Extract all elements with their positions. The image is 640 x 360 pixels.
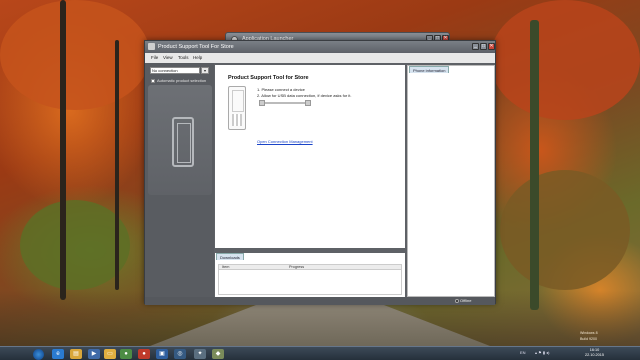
media-icon[interactable]: ▶ (88, 349, 100, 359)
tree-trunk (530, 20, 539, 310)
usb-cable-illustration (259, 99, 311, 107)
browser-icon[interactable]: ◎ (174, 349, 186, 359)
desktop-watermark: Windows 8 (580, 331, 598, 335)
checkbox[interactable] (151, 78, 155, 83)
sidebar: No connection ▾ Automatic product select… (145, 63, 214, 305)
tab-downloads[interactable]: Downloads (216, 253, 244, 260)
downloads-panel: Downloads Item Progress (215, 253, 405, 297)
phone-illustration (228, 86, 246, 130)
forest-path (150, 300, 490, 346)
connection-status[interactable]: Offline (455, 298, 472, 303)
column-progress[interactable]: Progress (289, 265, 304, 269)
tree-trunk (60, 0, 66, 300)
close-button[interactable]: ✕ (488, 43, 495, 50)
foliage-green (20, 200, 130, 290)
app-icon (148, 43, 155, 50)
tool-icon[interactable]: ✦ (194, 349, 206, 359)
phone-information-panel: Phone information (407, 65, 495, 297)
system-clock[interactable]: 16:10 22.10.2015 (585, 348, 604, 358)
menu-help[interactable]: Help (193, 55, 202, 60)
product-support-window: Product Support Tool For Store _ □ ✕ Fil… (144, 40, 496, 305)
tab-phone-information[interactable]: Phone information (409, 66, 450, 73)
instruction-step-2: 2. Allow for USB data connection, if dev… (257, 93, 352, 98)
status-bar: Offline (145, 297, 495, 305)
clock-date: 22.10.2015 (585, 353, 605, 357)
content-title: Product Support Tool for Store (228, 75, 309, 81)
status-icon (455, 298, 459, 303)
usb-plug-icon (305, 100, 311, 106)
menu-file[interactable]: File (151, 55, 158, 60)
menu-view[interactable]: View (163, 55, 173, 60)
column-item[interactable]: Item (222, 265, 229, 269)
downloads-table-body (218, 270, 402, 295)
ie-icon[interactable]: e (52, 349, 64, 359)
auto-select-option[interactable]: Automatic product selection (151, 78, 206, 83)
device-panel (148, 85, 212, 195)
desktop-watermark: Build 9200 (580, 337, 597, 341)
foliage-lower-right (500, 170, 630, 290)
main-content: Product Support Tool for Store 1. Please… (215, 65, 405, 248)
chevron-down-icon[interactable]: ▾ (201, 67, 209, 74)
menu-bar: File View Tools Help (145, 53, 495, 63)
language-indicator[interactable]: EN (520, 350, 526, 355)
window-title: Product Support Tool For Store (158, 44, 234, 50)
tree-trunk (115, 40, 119, 290)
app-icon[interactable]: ◆ (212, 349, 224, 359)
foliage-right (490, 0, 640, 120)
title-bar[interactable]: Product Support Tool For Store _ □ ✕ (145, 41, 495, 53)
phone-outline-icon (172, 117, 194, 167)
foliage-left (0, 0, 150, 110)
start-button[interactable] (33, 349, 44, 360)
cable-line (265, 102, 305, 104)
open-connection-management-link[interactable]: Open Connection Management (257, 139, 313, 144)
maximize-button[interactable]: □ (480, 43, 487, 50)
menu-tools[interactable]: Tools (178, 55, 189, 60)
tray-icons[interactable]: ▴ ⚑ ▮ ◂) (535, 350, 549, 355)
explorer-icon[interactable]: ▤ (70, 349, 82, 359)
minimize-button[interactable]: _ (472, 43, 479, 50)
auto-select-label: Automatic product selection (157, 78, 207, 83)
status-text: Offline (460, 298, 472, 303)
connection-select[interactable]: No connection (150, 67, 200, 74)
record-icon[interactable]: ● (138, 349, 150, 359)
window-icon[interactable]: ▣ (156, 349, 168, 359)
instruction-step-1: 1. Please connect a device (257, 87, 305, 92)
taskbar: e ▤ ▶ ▭ ● ● ▣ ◎ ✦ ◆ EN ▴ ⚑ ▮ ◂) 16:10 22… (0, 346, 640, 360)
folder-icon[interactable]: ▭ (104, 349, 116, 359)
chrome-icon[interactable]: ● (120, 349, 132, 359)
